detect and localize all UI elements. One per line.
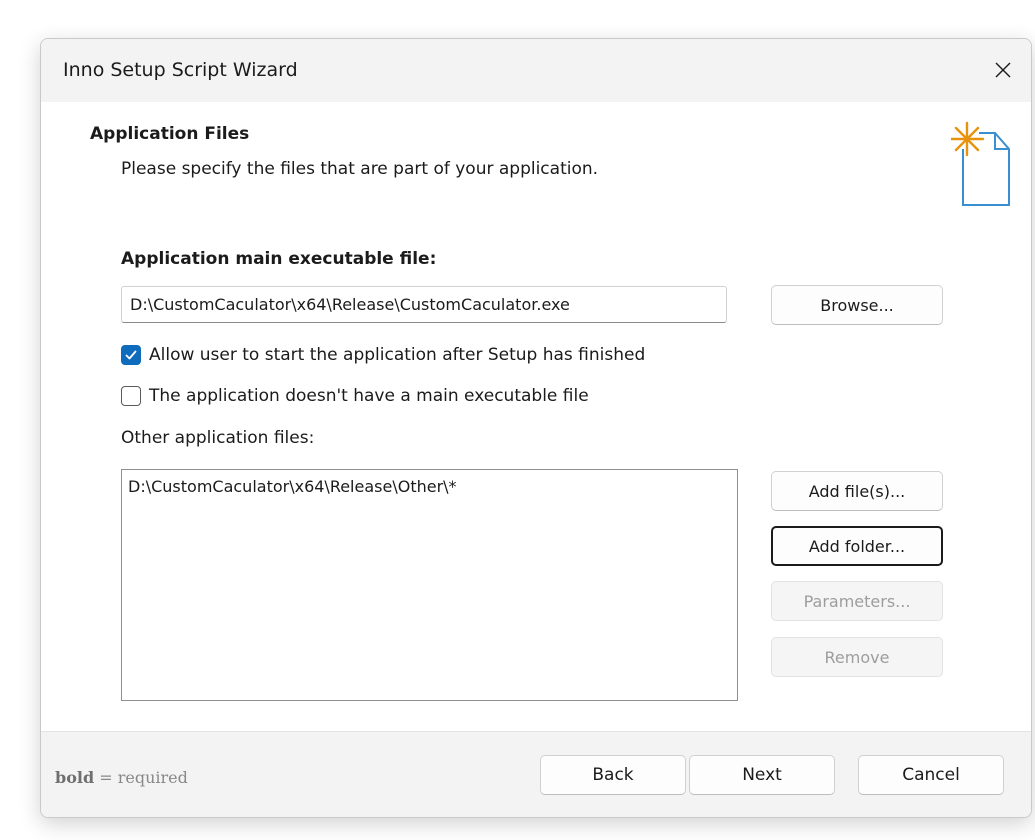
cancel-button[interactable]: Cancel [858, 755, 1004, 795]
wizard-window: Inno Setup Script Wizard Application Fil… [40, 38, 1032, 818]
no-main-exe-label: The application doesn't have a main exec… [149, 386, 589, 406]
browse-button[interactable]: Browse... [771, 285, 943, 325]
allow-start-option[interactable]: Allow user to start the application afte… [121, 345, 645, 365]
allow-start-label: Allow user to start the application afte… [149, 345, 646, 365]
allow-start-checkbox[interactable] [121, 345, 141, 365]
add-files-button[interactable]: Add file(s)... [771, 471, 943, 511]
title-bar[interactable]: Inno Setup Script Wizard [41, 39, 1031, 102]
back-button[interactable]: Back [540, 755, 686, 795]
window-title: Inno Setup Script Wizard [63, 59, 298, 81]
main-exe-input[interactable] [121, 286, 727, 323]
close-button[interactable] [983, 51, 1023, 89]
remove-button[interactable]: Remove [771, 637, 943, 677]
new-document-star-icon [951, 121, 1010, 206]
other-files-label: Other application files: [121, 428, 315, 448]
footer-bar: bold = required Back Next Cancel [41, 731, 1031, 817]
add-folder-button[interactable]: Add folder... [771, 526, 943, 566]
next-button[interactable]: Next [689, 755, 835, 795]
no-main-exe-option[interactable]: The application doesn't have a main exec… [121, 386, 589, 406]
parameters-button[interactable]: Parameters... [771, 581, 943, 621]
main-exe-label: Application main executable file: [121, 249, 437, 269]
legend-bold: bold [55, 768, 95, 787]
legend-text: = required [94, 768, 188, 787]
close-icon [995, 62, 1011, 78]
other-files-list[interactable]: D:\CustomCaculator\x64\Release\Other\* [121, 469, 738, 701]
page-subtitle: Please specify the files that are part o… [121, 159, 599, 179]
page-title: Application Files [90, 124, 250, 144]
list-item[interactable]: D:\CustomCaculator\x64\Release\Other\* [128, 476, 731, 498]
no-main-exe-checkbox[interactable] [121, 386, 141, 406]
checkmark-icon [125, 350, 137, 360]
required-legend: bold = required [55, 768, 188, 787]
